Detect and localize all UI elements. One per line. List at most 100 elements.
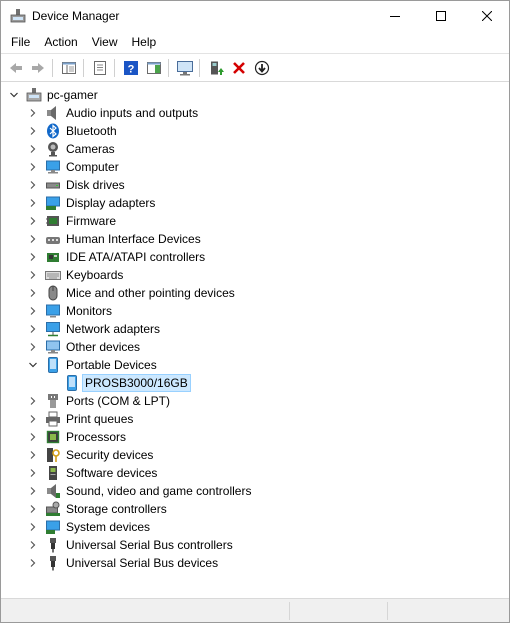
menu-view[interactable]: View [85,32,125,53]
menu-file[interactable]: File [1,32,37,53]
tree-root-node[interactable]: pc-gamer [1,86,509,104]
menu-action[interactable]: Action [37,32,84,53]
tree-category[interactable]: Keyboards [1,266,509,284]
device-manager-app-icon [10,8,26,24]
chevron-right-icon[interactable] [28,216,38,226]
selected-device-label: PROSB3000/16GB [82,374,191,392]
forward-button[interactable] [28,58,48,78]
show-hide-console-tree-button[interactable] [59,58,79,78]
tree-category-label: IDE ATA/ATAPI controllers [66,250,206,264]
action-pane-button[interactable] [144,58,164,78]
maximize-button[interactable] [418,1,464,31]
properties-button[interactable] [90,58,110,78]
tree-category[interactable]: Processors [1,428,509,446]
title-bar[interactable]: Device Manager [1,1,509,32]
tree-category[interactable]: Print queues [1,410,509,428]
bluetooth-icon [47,123,59,139]
tree-category[interactable]: Cameras [1,140,509,158]
network-adapter-icon [46,322,60,337]
chevron-right-icon[interactable] [28,558,38,568]
scan-hardware-button[interactable] [175,58,195,78]
tree-category-expanded[interactable]: Portable Devices [1,356,509,374]
tree-category[interactable]: Sound, video and game controllers [1,482,509,500]
chevron-right-icon[interactable] [28,342,38,352]
tree-category[interactable]: IDE ATA/ATAPI controllers [1,248,509,266]
tree-category[interactable]: Universal Serial Bus devices [1,554,509,572]
tree-category-label: System devices [66,520,151,534]
tree-category-label: Universal Serial Bus controllers [66,538,233,552]
chevron-right-icon[interactable] [28,324,38,334]
back-icon [10,63,22,73]
chevron-right-icon[interactable] [28,306,38,316]
chevron-right-icon[interactable] [28,108,38,118]
software-device-icon [49,466,57,480]
disable-device-button[interactable] [252,58,272,78]
tree-category-label: Processors [66,430,127,444]
tree-category-label: Ports (COM & LPT) [66,394,171,408]
tree-category[interactable]: Bluetooth [1,122,509,140]
toolbar-separator [168,59,169,77]
chevron-right-icon[interactable] [28,180,38,190]
chevron-right-icon[interactable] [28,432,38,442]
chevron-right-icon[interactable] [28,162,38,172]
tree-category[interactable]: Audio inputs and outputs [1,104,509,122]
tree-category[interactable]: Disk drives [1,176,509,194]
tree-category[interactable]: Security devices [1,446,509,464]
tree-category[interactable]: Universal Serial Bus controllers [1,536,509,554]
tree-category[interactable]: Computer [1,158,509,176]
tree-category[interactable]: Monitors [1,302,509,320]
chevron-right-icon[interactable] [28,396,38,406]
chevron-right-icon[interactable] [28,414,38,424]
tree-category-label: Portable Devices [66,358,157,372]
device-tree[interactable]: pc-gamer Audio inputs and outputs Blueto… [1,82,509,597]
display-adapter-icon [46,196,60,210]
update-driver-button[interactable] [206,58,226,78]
tree-category-label: Display adapters [66,196,156,210]
chevron-right-icon[interactable] [28,234,38,244]
uninstall-device-button[interactable] [229,58,249,78]
computer-root-icon [26,88,42,102]
tree-category-label: Human Interface Devices [66,232,201,246]
chevron-right-icon[interactable] [28,504,38,514]
chevron-right-icon[interactable] [28,486,38,496]
tree-category[interactable]: Storage controllers [1,500,509,518]
back-button[interactable] [6,58,26,78]
chevron-right-icon[interactable] [28,450,38,460]
properties-icon [94,61,106,75]
portable-device-icon [48,357,58,373]
chevron-down-icon[interactable] [28,360,38,370]
menu-help[interactable]: Help [125,32,164,53]
minimize-button[interactable] [372,1,418,31]
disable-device-icon [254,60,270,76]
toolbar-separator [199,59,200,77]
chevron-right-icon[interactable] [28,126,38,136]
close-button[interactable] [464,1,510,31]
chevron-right-icon[interactable] [28,144,38,154]
tree-category[interactable]: Network adapters [1,320,509,338]
tree-device-node[interactable]: PROSB3000/16GB [1,374,509,392]
tree-category[interactable]: Ports (COM & LPT) [1,392,509,410]
chevron-down-icon[interactable] [9,90,19,100]
chevron-right-icon[interactable] [28,198,38,208]
other-devices-icon [46,340,60,354]
tree-category-label: Other devices [66,340,141,354]
svg-text:?: ? [128,64,135,76]
tree-category[interactable]: Human Interface Devices [1,230,509,248]
chevron-right-icon[interactable] [28,270,38,280]
tree-category[interactable]: Firmware [1,212,509,230]
scan-hardware-icon [177,61,193,76]
show-hide-console-tree-icon [62,62,76,74]
tree-category[interactable]: System devices [1,518,509,536]
chevron-right-icon[interactable] [28,288,38,298]
tree-category[interactable]: Display adapters [1,194,509,212]
chevron-right-icon[interactable] [28,522,38,532]
help-button[interactable]: ? [121,58,141,78]
tree-category[interactable]: Mice and other pointing devices [1,284,509,302]
chevron-right-icon[interactable] [28,468,38,478]
tree-category-label: Sound, video and game controllers [66,484,252,498]
chevron-right-icon[interactable] [28,540,38,550]
tree-category[interactable]: Other devices [1,338,509,356]
monitor-icon [46,304,60,318]
tree-category[interactable]: Software devices [1,464,509,482]
chevron-right-icon[interactable] [28,252,38,262]
